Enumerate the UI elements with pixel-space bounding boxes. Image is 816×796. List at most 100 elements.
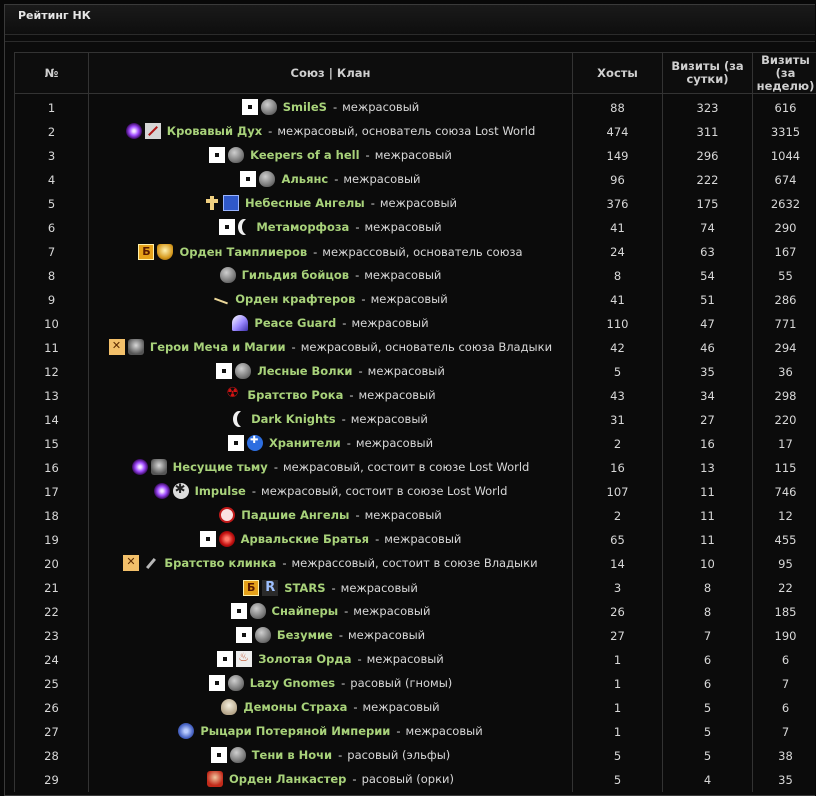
clan-name-link[interactable]: Орден Ланкастер bbox=[229, 772, 346, 786]
sword-icon[interactable] bbox=[145, 123, 161, 139]
stone-icon[interactable] bbox=[255, 627, 271, 643]
orange-x-icon[interactable] bbox=[109, 339, 125, 355]
r-letter-icon[interactable]: R bbox=[262, 580, 278, 596]
red-star-icon[interactable] bbox=[225, 387, 241, 403]
clan-name-link[interactable]: Демоны Страха bbox=[243, 700, 347, 714]
clan-name-link[interactable]: Снайперы bbox=[272, 604, 339, 618]
white-square-icon[interactable] bbox=[242, 99, 258, 115]
clan-description: межрасовый, состоит в союзе Lost World bbox=[261, 484, 507, 498]
cross-icon[interactable] bbox=[204, 195, 220, 211]
knife-icon[interactable] bbox=[142, 555, 158, 571]
clan-name-link[interactable]: Альянс bbox=[281, 172, 328, 186]
stone-icon[interactable] bbox=[228, 147, 244, 163]
moon-icon[interactable] bbox=[238, 219, 250, 235]
clan-name-link[interactable]: Peace Guard bbox=[254, 316, 336, 330]
stone-icon[interactable] bbox=[250, 603, 266, 619]
stone-icon[interactable] bbox=[235, 363, 251, 379]
white-square-icon[interactable] bbox=[236, 627, 252, 643]
clan-name-link[interactable]: Безумие bbox=[277, 628, 333, 642]
visits-week-value: 167 bbox=[753, 240, 816, 264]
white-square-icon[interactable] bbox=[209, 675, 225, 691]
beast-icon[interactable] bbox=[151, 459, 167, 475]
clan-description: расовый (эльфы) bbox=[347, 748, 450, 762]
moon-icon[interactable] bbox=[233, 411, 245, 427]
wing-icon[interactable] bbox=[232, 315, 248, 331]
clan-name-link[interactable]: Кровавый Дух bbox=[167, 124, 262, 138]
clan-name-link[interactable]: Impulse bbox=[195, 484, 246, 498]
clan-name-link[interactable]: Dark Knights bbox=[251, 412, 335, 426]
clan-name-link[interactable]: Несущие тьму bbox=[173, 460, 268, 474]
dash-separator: - bbox=[274, 460, 278, 474]
clan-name-link[interactable]: Метаморфоза bbox=[256, 220, 349, 234]
clan-name-link[interactable]: Хранители bbox=[269, 436, 341, 450]
white-square-icon[interactable] bbox=[219, 219, 235, 235]
beast-icon[interactable] bbox=[128, 339, 144, 355]
clan-name-link[interactable]: Рыцари Потеряной Империи bbox=[200, 724, 390, 738]
purple-orb-icon[interactable] bbox=[126, 123, 142, 139]
purple-orb-icon[interactable] bbox=[154, 483, 170, 499]
blade-icon[interactable] bbox=[213, 291, 229, 307]
white-square-icon[interactable] bbox=[240, 171, 256, 187]
column-header-hosts[interactable]: Хосты bbox=[573, 53, 663, 94]
clan-description: межрасовый bbox=[384, 532, 461, 546]
white-square-icon[interactable] bbox=[216, 363, 232, 379]
orc-icon[interactable] bbox=[207, 771, 223, 787]
chaos-icon[interactable] bbox=[173, 483, 189, 499]
purple-orb-icon[interactable] bbox=[132, 459, 148, 475]
clan-name-link[interactable]: Братство клинка bbox=[164, 556, 276, 570]
red-circle-icon[interactable] bbox=[219, 507, 235, 523]
clan-description: межрассовый, состоит в союзе Владыки bbox=[291, 556, 537, 570]
white-square-icon[interactable] bbox=[209, 147, 225, 163]
clan-cell: Keepers of a hell - межрасовый bbox=[89, 144, 573, 168]
column-header-visits-week[interactable]: Визиты (за неделю) bbox=[753, 53, 816, 94]
rating-window: Рейтинг НК № Союз | Клан Хосты Визиты (з… bbox=[4, 4, 815, 796]
clan-name-link[interactable]: Небесные Ангелы bbox=[245, 196, 365, 210]
clan-name-link[interactable]: STARS bbox=[284, 581, 325, 595]
gold-b-icon[interactable]: Б bbox=[243, 580, 259, 596]
clan-name-link[interactable]: Арвальские Братья bbox=[241, 532, 369, 546]
clan-name-link[interactable]: SmileS bbox=[283, 100, 327, 114]
white-square-icon[interactable] bbox=[211, 747, 227, 763]
column-header-clan[interactable]: Союз | Клан bbox=[89, 53, 573, 94]
clan-name-link[interactable]: Гильдия бойцов bbox=[242, 268, 350, 282]
orange-x-icon[interactable] bbox=[123, 555, 139, 571]
stone-icon[interactable] bbox=[259, 171, 275, 187]
clan-name-link[interactable]: Lazy Gnomes bbox=[250, 676, 335, 690]
hosts-value: 27 bbox=[573, 624, 663, 648]
table-row: 24Золотая Орда - межрасовый166 bbox=[15, 648, 816, 672]
clan-name-link[interactable]: Тени в Ночи bbox=[252, 748, 332, 762]
hosts-value: 376 bbox=[573, 192, 663, 216]
light-blue-orb-icon[interactable] bbox=[178, 723, 194, 739]
table-row: 12Лесные Волки - межрасовый53536 bbox=[15, 360, 816, 384]
visits-day-value: 175 bbox=[663, 192, 753, 216]
flame-icon[interactable] bbox=[236, 651, 252, 667]
gold-b-icon[interactable]: Б bbox=[138, 244, 154, 260]
blue-emblem-icon[interactable] bbox=[223, 195, 239, 211]
table-row: 5Небесные Ангелы - межрасовый3761752632 bbox=[15, 192, 816, 216]
stone-icon[interactable] bbox=[220, 267, 236, 283]
clan-name-link[interactable]: Падшие Ангелы bbox=[241, 508, 349, 522]
white-square-icon[interactable] bbox=[200, 531, 216, 547]
stone-icon[interactable] bbox=[230, 747, 246, 763]
blue-cross-icon[interactable] bbox=[247, 435, 263, 451]
clan-name-link[interactable]: Лесные Волки bbox=[257, 364, 352, 378]
stone-icon[interactable] bbox=[228, 675, 244, 691]
white-square-icon[interactable] bbox=[228, 435, 244, 451]
red-orb-icon[interactable] bbox=[219, 531, 235, 547]
stone-icon[interactable] bbox=[261, 99, 277, 115]
white-square-icon[interactable] bbox=[231, 603, 247, 619]
dash-separator: - bbox=[366, 148, 370, 162]
clan-name-link[interactable]: Герои Меча и Магии bbox=[150, 340, 286, 354]
column-header-visits-day[interactable]: Визиты (за сутки) bbox=[663, 53, 753, 94]
clan-name-link[interactable]: Братство Рока bbox=[247, 388, 343, 402]
clan-name-link[interactable]: Золотая Орда bbox=[258, 652, 351, 666]
clan-cell: Рыцари Потеряной Империи - межрасовый bbox=[89, 720, 573, 744]
column-header-number[interactable]: № bbox=[15, 53, 89, 94]
clan-name-link[interactable]: Орден Тамплиеров bbox=[179, 245, 307, 259]
clan-name-link[interactable]: Keepers of a hell bbox=[250, 148, 359, 162]
skull-icon[interactable] bbox=[221, 699, 237, 715]
white-square-icon[interactable] bbox=[217, 651, 233, 667]
visits-week-value: 2632 bbox=[753, 192, 816, 216]
clan-name-link[interactable]: Орден крафтеров bbox=[235, 292, 355, 306]
shield-icon[interactable] bbox=[157, 244, 173, 260]
